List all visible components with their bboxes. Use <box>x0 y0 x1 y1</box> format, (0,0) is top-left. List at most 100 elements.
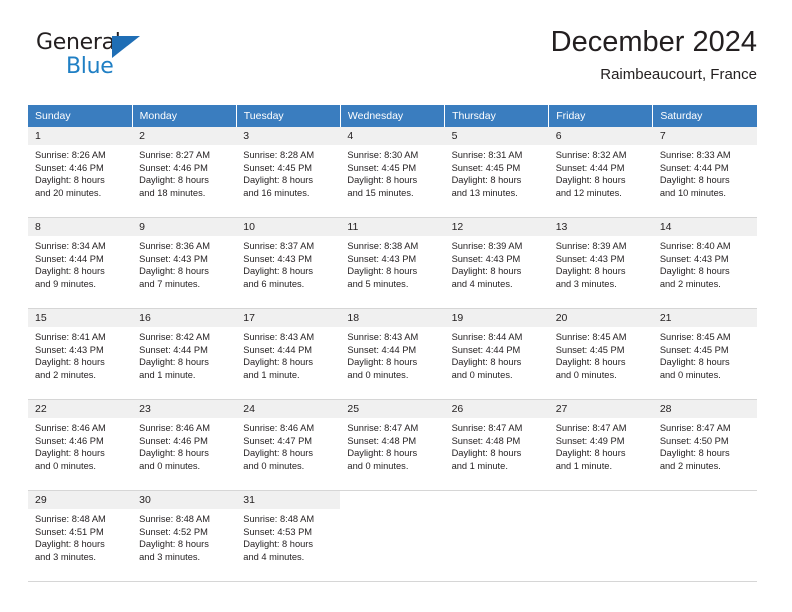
day-number: 30 <box>132 491 237 509</box>
day-daylight1-text: Daylight: 8 hours <box>555 448 626 459</box>
calendar-day-cell[interactable]: 3 Sunrise: 8:28 AM Sunset: 4:45 PM Daylight… <box>236 127 341 218</box>
day-sunset-text: Sunset: 4:43 PM <box>451 253 521 264</box>
calendar-day-cell[interactable]: 18 Sunrise: 8:43 AM Sunset: 4:44 PM Dayligh… <box>340 308 445 400</box>
day-sunrise-text: Sunrise: 8:48 AM <box>35 514 106 524</box>
day-daylight2-text: and 0 minutes. <box>35 460 96 471</box>
calendar-day-cell[interactable]: 25 Sunrise: 8:47 AM Sunset: 4:48 PM Dayligh… <box>340 399 445 491</box>
day-number: 12 <box>444 218 549 236</box>
day-details: Sunrise: 8:47 AM Sunset: 4:50 PM Daylight:… <box>653 418 757 472</box>
day-number: 20 <box>548 309 653 327</box>
calendar-week-row: 8 Sunrise: 8:34 AM Sunset: 4:44 PM Daylight… <box>28 217 757 309</box>
day-sunrise-text: Sunrise: 8:43 AM <box>347 332 419 342</box>
day-sunset-text: Sunset: 4:44 PM <box>139 344 208 355</box>
calendar-day-cell[interactable]: 1 Sunrise: 8:26 AM Sunset: 4:46 PM Daylight… <box>28 127 133 218</box>
calendar-day-cell[interactable]: 21 Sunrise: 8:45 AM Sunset: 4:45 PM Dayligh… <box>652 308 757 400</box>
calendar-day-cell[interactable]: 9 Sunrise: 8:36 AM Sunset: 4:43 PM Daylight… <box>132 217 237 309</box>
day-details: Sunrise: 8:44 AM Sunset: 4:44 PM Daylight:… <box>445 327 549 381</box>
day-daylight2-text: and 2 minutes. <box>659 278 721 289</box>
day-daylight2-text: and 3 minutes. <box>139 551 201 562</box>
calendar-day-cell[interactable]: 5 Sunrise: 8:31 AM Sunset: 4:45 PM Daylight… <box>444 127 549 218</box>
day-sunset-text: Sunset: 4:48 PM <box>347 435 417 446</box>
day-daylight1-text: Daylight: 8 hours <box>659 175 730 186</box>
calendar-day-cell[interactable]: 22 Sunrise: 8:46 AM Sunset: 4:46 PM Dayligh… <box>28 399 133 491</box>
calendar-day-cell[interactable]: 30 Sunrise: 8:48 AM Sunset: 4:52 PM Dayligh… <box>132 490 237 582</box>
calendar-day-cell[interactable]: 29 Sunrise: 8:48 AM Sunset: 4:51 PM Dayligh… <box>28 490 133 582</box>
day-daylight2-text: and 1 minute. <box>451 460 508 471</box>
day-number: 2 <box>132 127 237 145</box>
day-daylight2-text: and 2 minutes. <box>659 460 721 471</box>
day-number: 4 <box>340 127 445 145</box>
day-sunset-text: Sunset: 4:48 PM <box>451 435 521 446</box>
page-header: General Blue December 2024 Raimbeaucourt… <box>28 26 757 98</box>
day-details: Sunrise: 8:48 AM Sunset: 4:53 PM Daylight:… <box>236 509 340 563</box>
calendar-day-cell-empty <box>548 490 653 582</box>
calendar-day-cell[interactable]: 10 Sunrise: 8:37 AM Sunset: 4:43 PM Dayligh… <box>236 217 341 309</box>
day-sunrise-text: Sunrise: 8:28 AM <box>243 150 315 160</box>
calendar-day-cell[interactable]: 7 Sunrise: 8:33 AM Sunset: 4:44 PM Daylight… <box>652 127 757 218</box>
day-number <box>548 491 653 509</box>
day-sunset-text: Sunset: 4:46 PM <box>35 162 104 173</box>
calendar-day-cell[interactable]: 31 Sunrise: 8:48 AM Sunset: 4:53 PM Dayligh… <box>236 490 341 582</box>
day-details: Sunrise: 8:46 AM Sunset: 4:46 PM Daylight:… <box>28 418 132 472</box>
day-number: 29 <box>28 491 133 509</box>
title-block: December 2024 Raimbeaucourt, France <box>551 26 757 83</box>
day-sunset-text: Sunset: 4:43 PM <box>35 344 104 355</box>
day-sunset-text: Sunset: 4:46 PM <box>139 162 208 173</box>
day-daylight2-text: and 4 minutes. <box>243 551 305 562</box>
calendar-day-cell[interactable]: 17 Sunrise: 8:43 AM Sunset: 4:44 PM Dayligh… <box>236 308 341 400</box>
calendar-day-cell[interactable]: 6 Sunrise: 8:32 AM Sunset: 4:44 PM Daylight… <box>548 127 653 218</box>
calendar-day-cell[interactable]: 16 Sunrise: 8:42 AM Sunset: 4:44 PM Dayligh… <box>132 308 237 400</box>
day-sunset-text: Sunset: 4:43 PM <box>347 253 417 264</box>
calendar-day-cell[interactable]: 19 Sunrise: 8:44 AM Sunset: 4:44 PM Dayligh… <box>444 308 549 400</box>
day-number: 18 <box>340 309 445 327</box>
day-daylight2-text: and 20 minutes. <box>35 187 102 198</box>
sunrise-sunset-calendar: Sunday Monday Tuesday Wednesday Thursday… <box>28 105 757 582</box>
calendar-day-cell[interactable]: 23 Sunrise: 8:46 AM Sunset: 4:46 PM Dayligh… <box>132 399 237 491</box>
day-daylight2-text: and 6 minutes. <box>243 278 305 289</box>
calendar-day-cell[interactable]: 4 Sunrise: 8:30 AM Sunset: 4:45 PM Daylight… <box>340 127 445 218</box>
day-details: Sunrise: 8:30 AM Sunset: 4:45 PM Daylight:… <box>340 145 444 199</box>
day-daylight1-text: Daylight: 8 hours <box>451 357 522 368</box>
day-sunrise-text: Sunrise: 8:39 AM <box>555 241 627 251</box>
calendar-day-cell[interactable]: 27 Sunrise: 8:47 AM Sunset: 4:49 PM Dayligh… <box>548 399 653 491</box>
calendar-day-cell[interactable]: 28 Sunrise: 8:47 AM Sunset: 4:50 PM Dayligh… <box>652 399 757 491</box>
day-sunset-text: Sunset: 4:44 PM <box>35 253 104 264</box>
general-blue-logo[interactable]: General Blue <box>36 32 156 88</box>
calendar-day-cell[interactable]: 24 Sunrise: 8:46 AM Sunset: 4:47 PM Dayligh… <box>236 399 341 491</box>
day-details: Sunrise: 8:37 AM Sunset: 4:43 PM Daylight:… <box>236 236 340 290</box>
day-number: 3 <box>236 127 341 145</box>
day-details: Sunrise: 8:47 AM Sunset: 4:48 PM Daylight:… <box>340 418 444 472</box>
day-number: 1 <box>28 127 133 145</box>
day-number: 15 <box>28 309 133 327</box>
calendar-day-cell[interactable]: 11 Sunrise: 8:38 AM Sunset: 4:43 PM Dayligh… <box>340 217 445 309</box>
day-daylight2-text: and 4 minutes. <box>451 278 513 289</box>
day-number: 7 <box>652 127 757 145</box>
weekday-header-thursday: Thursday <box>444 105 550 127</box>
day-details: Sunrise: 8:28 AM Sunset: 4:45 PM Daylight:… <box>236 145 340 199</box>
day-sunrise-text: Sunrise: 8:26 AM <box>35 150 106 160</box>
day-number: 11 <box>340 218 445 236</box>
calendar-day-cell[interactable]: 15 Sunrise: 8:41 AM Sunset: 4:43 PM Dayligh… <box>28 308 133 400</box>
calendar-day-cell[interactable]: 8 Sunrise: 8:34 AM Sunset: 4:44 PM Daylight… <box>28 217 133 309</box>
day-sunset-text: Sunset: 4:45 PM <box>243 162 313 173</box>
day-daylight2-text: and 1 minute. <box>555 460 613 471</box>
day-sunrise-text: Sunrise: 8:33 AM <box>659 150 731 160</box>
day-details: Sunrise: 8:41 AM Sunset: 4:43 PM Daylight:… <box>28 327 132 381</box>
calendar-day-cell[interactable]: 26 Sunrise: 8:47 AM Sunset: 4:48 PM Dayligh… <box>444 399 549 491</box>
day-number: 10 <box>236 218 341 236</box>
day-daylight1-text: Daylight: 8 hours <box>451 448 522 459</box>
calendar-day-cell[interactable]: 20 Sunrise: 8:45 AM Sunset: 4:45 PM Dayligh… <box>548 308 653 400</box>
calendar-day-cell[interactable]: 12 Sunrise: 8:39 AM Sunset: 4:43 PM Dayligh… <box>444 217 549 309</box>
day-daylight1-text: Daylight: 8 hours <box>243 266 314 277</box>
day-sunrise-text: Sunrise: 8:34 AM <box>35 241 106 251</box>
weekday-header-saturday: Saturday <box>652 105 757 127</box>
day-number: 25 <box>340 400 445 418</box>
weekday-header-friday: Friday <box>548 105 654 127</box>
day-details: Sunrise: 8:39 AM Sunset: 4:43 PM Daylight:… <box>549 236 653 290</box>
calendar-week-row: 1 Sunrise: 8:26 AM Sunset: 4:46 PM Daylight… <box>28 127 757 218</box>
calendar-day-cell[interactable]: 14 Sunrise: 8:40 AM Sunset: 4:43 PM Dayligh… <box>652 217 757 309</box>
day-number: 9 <box>132 218 237 236</box>
calendar-day-cell[interactable]: 2 Sunrise: 8:27 AM Sunset: 4:46 PM Daylight… <box>132 127 237 218</box>
calendar-day-cell[interactable]: 13 Sunrise: 8:39 AM Sunset: 4:43 PM Dayligh… <box>548 217 653 309</box>
day-daylight2-text: and 15 minutes. <box>347 187 414 198</box>
